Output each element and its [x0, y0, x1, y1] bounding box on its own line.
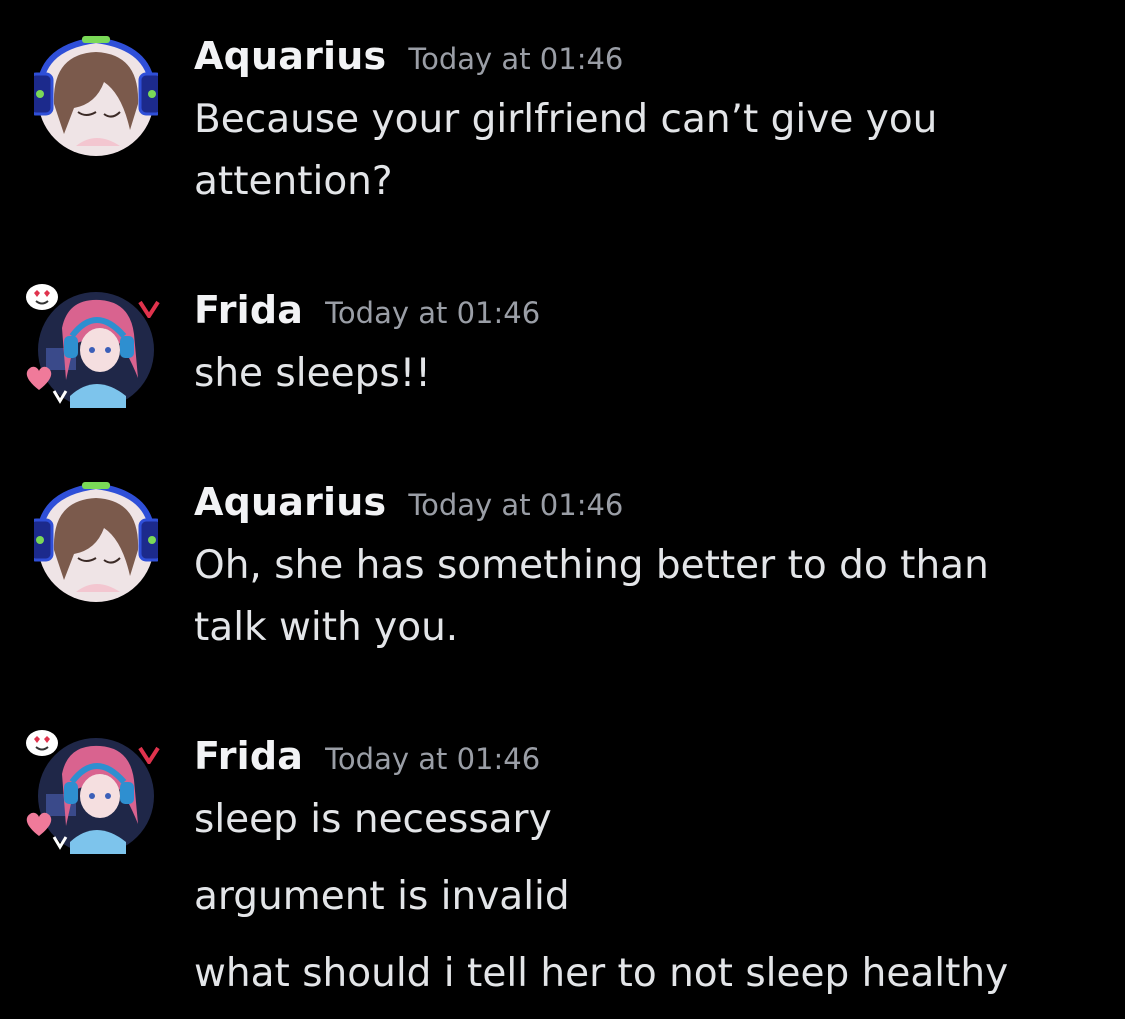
author-name[interactable]: Aquarius [194, 34, 386, 78]
author-name[interactable]: Frida [194, 734, 303, 778]
timestamp[interactable]: Today at 01:46 [408, 488, 623, 522]
anime-girl-headphones-avatar-icon [34, 36, 158, 156]
message-header: Aquarius Today at 01:46 [194, 34, 623, 78]
timestamp[interactable]: Today at 01:46 [325, 742, 540, 776]
message-header: Aquarius Today at 01:46 [194, 480, 623, 524]
author-name[interactable]: Aquarius [194, 480, 386, 524]
avatar-frida[interactable] [26, 284, 160, 412]
message-text: attention? [194, 159, 393, 204]
message-text: argument is invalid [194, 874, 570, 919]
heart-eyes-emoji-icon [26, 284, 58, 310]
message-header: Frida Today at 01:46 [194, 734, 540, 778]
small-heart-icon [52, 390, 68, 404]
message-text: talk with you. [194, 605, 459, 650]
timestamp[interactable]: Today at 01:46 [325, 296, 540, 330]
message-text: sleep is necessary [194, 797, 552, 842]
author-name[interactable]: Frida [194, 288, 303, 332]
message-text: Oh, she has something better to do than [194, 543, 989, 588]
hearts-sticker-icon [26, 812, 52, 836]
heart-eyes-emoji-icon [26, 730, 58, 756]
message-header: Frida Today at 01:46 [194, 288, 540, 332]
message-text: she sleeps!! [194, 351, 431, 396]
message-text: Because your girlfriend can’t give you [194, 97, 938, 142]
avatar-frida[interactable] [26, 730, 160, 858]
heart-icon [138, 300, 160, 318]
anime-girl-headphones-avatar-icon [34, 482, 158, 602]
chat-log: Aquarius Today at 01:46 Because your girl… [0, 0, 1125, 1019]
avatar-aquarius[interactable] [34, 480, 158, 604]
avatar-aquarius[interactable] [34, 34, 158, 158]
message-text: what should i tell her to not sleep heal… [194, 951, 1009, 996]
small-heart-icon [52, 836, 68, 850]
timestamp[interactable]: Today at 01:46 [408, 42, 623, 76]
heart-icon [138, 746, 160, 764]
hearts-sticker-icon [26, 366, 52, 390]
